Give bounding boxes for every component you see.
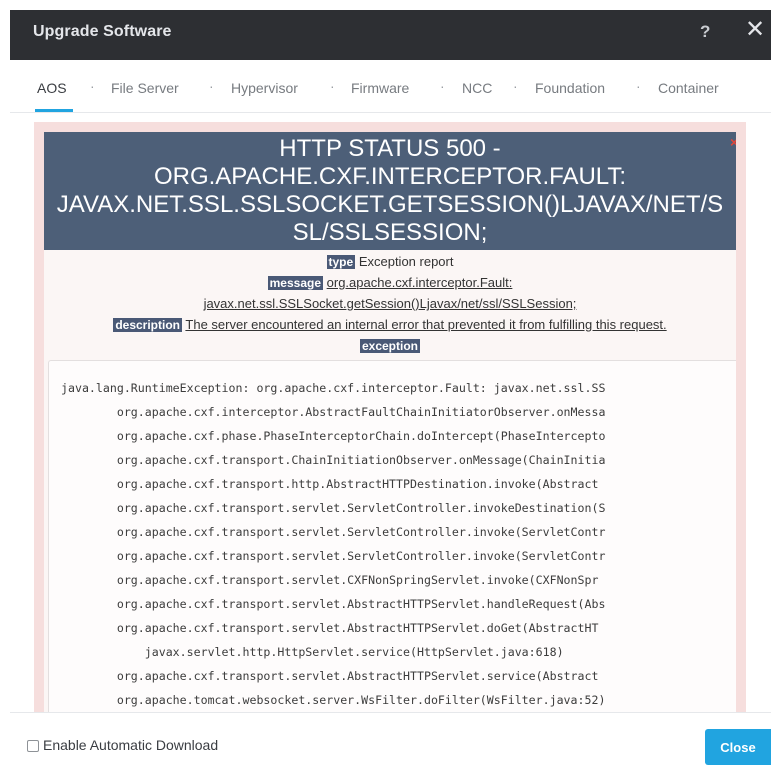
upgrade-software-dialog: AOS · File Server · Hypervisor · Firmwar… [10,60,771,774]
tab-separator: · [209,78,214,94]
tab-foundation[interactable]: Foundation [535,80,605,96]
message-label: message [267,276,324,290]
description-label: description [113,318,183,332]
tab-ncc[interactable]: NCC [462,80,492,96]
trace-line: org.apache.cxf.transport.servlet.Servlet… [61,501,606,515]
trace-line: java.lang.RuntimeException: org.apache.c… [61,381,606,395]
trace-line: org.apache.cxf.transport.servlet.Servlet… [61,549,606,563]
auto-download-checkbox[interactable] [27,740,39,752]
trace-line: org.apache.cxf.phase.PhaseInterceptorCha… [61,429,606,443]
error-page: HTTP STATUS 500 - ORG.APACHE.CXF.INTERCE… [44,132,736,712]
close-button[interactable]: Close [705,729,771,765]
tab-separator: · [330,78,335,94]
dialog-title-bar: Upgrade Software ? ✕ [10,10,771,60]
message-row-continued: javax.net.ssl.SSLSocket.getSession()Ljav… [44,296,736,311]
tab-hypervisor[interactable]: Hypervisor [231,80,298,96]
tab-firmware[interactable]: Firmware [351,80,409,96]
error-frame: HTTP STATUS 500 - ORG.APACHE.CXF.INTERCE… [34,122,746,712]
tab-container[interactable]: Container [658,80,719,96]
exception-label: exception [359,339,420,353]
status-heading-line: JAVAX.NET.SSL.SSLSOCKET.GETSESSION()LJAV… [56,191,724,218]
trace-line: org.apache.cxf.transport.servlet.Abstrac… [61,669,599,683]
trace-line: org.apache.cxf.transport.servlet.Servlet… [61,525,606,539]
trace-line: org.apache.tomcat.websocket.server.WsFil… [61,693,606,707]
tab-separator: · [636,78,641,94]
auto-download-label[interactable]: Enable Automatic Download [43,737,218,753]
status-heading-line: SL/SSLSESSION; [292,219,488,246]
trace-line: javax.servlet.http.HttpServlet.service(H… [61,645,564,659]
tab-aos[interactable]: AOS [37,80,67,96]
message-value: org.apache.cxf.interceptor.Fault: [326,275,513,290]
type-value: Exception report [358,254,454,269]
tab-separator: · [90,78,95,94]
description-value: The server encountered an internal error… [185,317,667,332]
trace-line: org.apache.cxf.transport.http.AbstractHT… [61,477,599,491]
exception-row: exception [44,338,736,353]
type-row: type Exception report [44,254,736,269]
tab-bar: AOS · File Server · Hypervisor · Firmwar… [10,60,771,113]
tab-file-server[interactable]: File Server [111,80,179,96]
status-heading-line: HTTP STATUS 500 - [279,135,501,162]
message-value-continued: javax.net.ssl.SSLSocket.getSession()Ljav… [203,296,577,311]
trace-line: org.apache.cxf.interceptor.AbstractFault… [61,405,606,419]
stack-trace[interactable]: java.lang.RuntimeException: org.apache.c… [48,360,736,712]
help-icon[interactable]: ? [700,22,710,42]
trace-line: org.apache.cxf.transport.servlet.CXFNonS… [61,573,599,587]
message-row: message org.apache.cxf.interceptor.Fault… [44,275,736,290]
tab-separator: · [440,78,445,94]
banner-close-icon[interactable]: × [730,134,736,150]
dialog-footer: Enable Automatic Download Close [10,712,771,774]
close-icon[interactable]: ✕ [745,18,765,42]
type-label: type [326,255,356,269]
status-heading-line: ORG.APACHE.CXF.INTERCEPTOR.FAULT: [153,163,627,190]
active-tab-indicator [35,109,73,112]
http-status-banner: HTTP STATUS 500 - ORG.APACHE.CXF.INTERCE… [44,132,736,250]
trace-line: org.apache.cxf.transport.ChainInitiation… [61,453,606,467]
tab-separator: · [513,78,518,94]
description-row: description The server encountered an in… [44,317,736,332]
dialog-title: Upgrade Software [33,23,172,40]
trace-line: org.apache.cxf.transport.servlet.Abstrac… [61,621,599,635]
trace-line: org.apache.cxf.transport.servlet.Abstrac… [61,597,606,611]
